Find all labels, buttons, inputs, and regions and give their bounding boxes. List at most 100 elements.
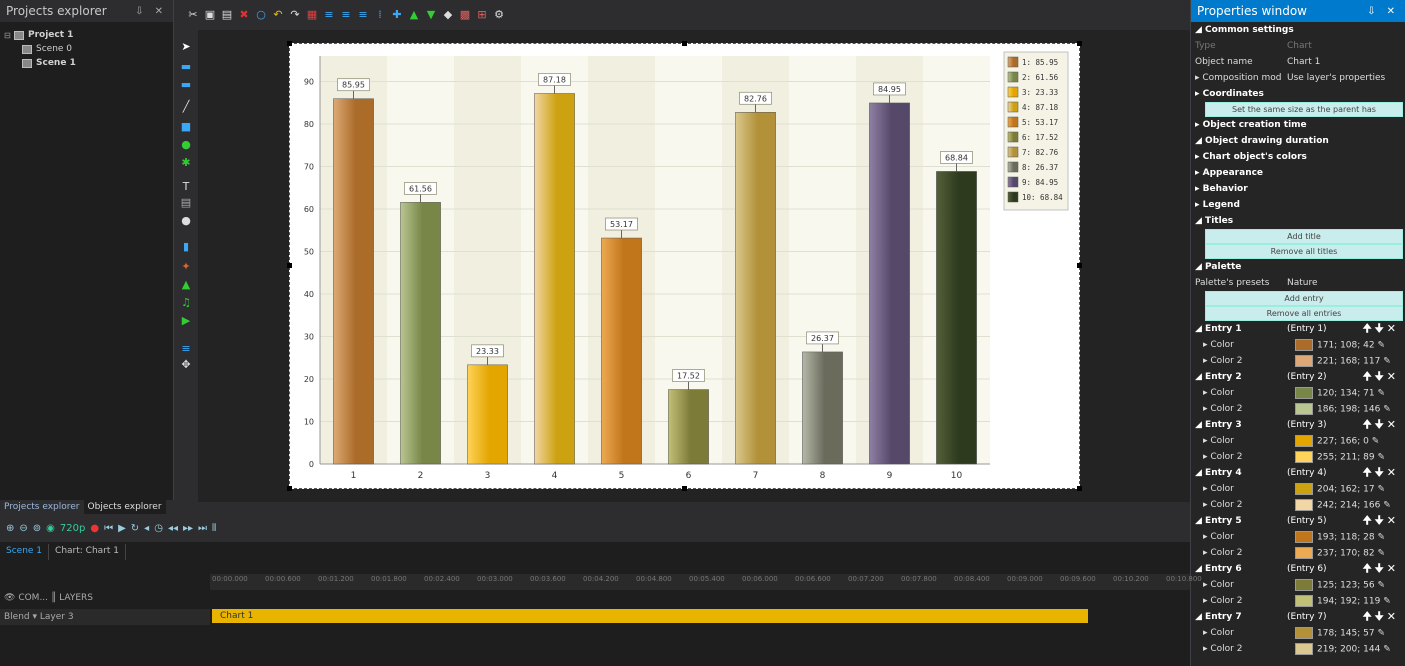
prop-button[interactable]: Remove all entries [1205, 306, 1403, 321]
prop-value[interactable]: Use layer's properties [1287, 73, 1405, 83]
eyedropper-icon[interactable]: ✎ [1383, 597, 1391, 607]
color-swatch[interactable] [1295, 547, 1313, 559]
entry-controls-icon[interactable]: 🠉🠋✕ [1363, 513, 1405, 529]
eye-icon[interactable]: 👁 [4, 593, 15, 603]
undo-icon[interactable]: ↶ [271, 8, 285, 22]
entry-controls-icon[interactable]: 🠉🠋✕ [1363, 369, 1405, 385]
circle-icon[interactable]: ○ [254, 8, 268, 22]
play-icon[interactable]: ▶ [118, 523, 126, 534]
group-icon[interactable]: ◆ [441, 8, 455, 22]
text-box-icon[interactable]: ▬ [179, 60, 193, 73]
entry-color2-row[interactable]: ▸ Color 2 221; 168; 117 ✎ [1191, 353, 1405, 369]
color-swatch[interactable] [1295, 499, 1313, 511]
entry-color2-row[interactable]: ▸ Color 2 186; 198; 146 ✎ [1191, 401, 1405, 417]
resize-handle[interactable] [287, 263, 292, 268]
clock-icon[interactable]: ◷ [154, 523, 163, 534]
go-start-icon[interactable]: ⏮ [104, 523, 113, 534]
prop-section[interactable]: ▸ Behavior [1191, 181, 1405, 197]
shape-icon[interactable]: ✱ [179, 156, 193, 169]
eyedropper-icon[interactable]: ✎ [1377, 549, 1385, 559]
zoom-in-icon[interactable]: ⊕ [6, 523, 14, 534]
tree-item-scene-1[interactable]: Scene 1 [4, 56, 169, 70]
prop-section[interactable]: ▸ Chart object's colors [1191, 149, 1405, 165]
volume-icon[interactable]: ◂ [144, 523, 149, 534]
chart-clip[interactable]: Chart 1 [212, 609, 1088, 623]
palette-entry[interactable]: ◢ Entry 2 (Entry 2) 🠉🠋✕ [1191, 369, 1405, 385]
tab-chart[interactable]: Chart: Chart 1 [49, 544, 126, 560]
step-forward-icon[interactable]: ▸▸ [183, 523, 193, 534]
preview-icon[interactable]: ◉ [46, 523, 55, 534]
eyedropper-icon[interactable]: ✎ [1377, 581, 1385, 591]
split-icon[interactable]: ⫴ [212, 523, 216, 534]
cut-icon[interactable]: ✂ [186, 8, 200, 22]
resize-handle[interactable] [682, 41, 687, 46]
entry-color-row[interactable]: ▸ Color 125; 123; 56 ✎ [1191, 577, 1405, 593]
ellipse-icon[interactable]: ● [179, 138, 193, 151]
eyedropper-icon[interactable]: ✎ [1372, 437, 1380, 447]
fit-icon[interactable]: ⊚ [33, 523, 41, 534]
eyedropper-icon[interactable]: ✎ [1383, 645, 1391, 655]
chart-icon[interactable]: ▮ [179, 240, 193, 253]
rectangle-icon[interactable]: ■ [179, 120, 193, 133]
color-swatch[interactable] [1295, 595, 1313, 607]
prop-section[interactable]: ◢ Titles [1191, 213, 1405, 229]
color-swatch[interactable] [1295, 435, 1313, 447]
color-swatch[interactable] [1295, 451, 1313, 463]
entry-color2-row[interactable]: ▸ Color 2 219; 200; 144 ✎ [1191, 641, 1405, 657]
color-swatch[interactable] [1295, 387, 1313, 399]
eyedropper-icon[interactable]: ✎ [1377, 389, 1385, 399]
pin-close-icons[interactable]: ⇩ ✕ [135, 6, 167, 17]
move-icon[interactable]: ✥ [179, 358, 193, 371]
color-swatch[interactable] [1295, 339, 1313, 351]
prop-section[interactable]: ▸ Coordinates [1191, 86, 1405, 102]
entry-controls-icon[interactable]: 🠉🠋✕ [1363, 417, 1405, 433]
entry-color-row[interactable]: ▸ Color 204; 162; 17 ✎ [1191, 481, 1405, 497]
eyedropper-icon[interactable]: ✎ [1383, 501, 1391, 511]
resize-handle[interactable] [287, 486, 292, 491]
pin-close-icons[interactable]: ⇩ ✕ [1367, 6, 1399, 17]
select-all-icon[interactable]: ▦ [305, 8, 319, 22]
eyedropper-icon[interactable]: ✎ [1377, 341, 1385, 351]
collapse-icon[interactable]: ⊟ [4, 31, 14, 40]
prop-section[interactable]: ◢ Object drawing duration [1191, 133, 1405, 149]
list-icon[interactable]: ▤ [179, 196, 193, 209]
video-icon[interactable]: ▶ [179, 314, 193, 327]
entry-color-row[interactable]: ▸ Color 171; 108; 42 ✎ [1191, 337, 1405, 353]
entry-color2-row[interactable]: ▸ Color 2 194; 192; 119 ✎ [1191, 593, 1405, 609]
move-up-icon[interactable]: ▲ [407, 8, 421, 22]
resize-handle[interactable] [287, 41, 292, 46]
entry-color2-row[interactable]: ▸ Color 2 242; 214; 166 ✎ [1191, 497, 1405, 513]
distribute-icon[interactable]: ⁞ [373, 8, 387, 22]
prop-row[interactable]: ▸ Composition mod Use layer's properties [1191, 70, 1405, 86]
prop-section[interactable]: ▸ Legend [1191, 197, 1405, 213]
entry-controls-icon[interactable]: 🠉🠋✕ [1363, 321, 1405, 337]
eyedropper-icon[interactable]: ✎ [1377, 533, 1385, 543]
delete-icon[interactable]: ✖ [237, 8, 251, 22]
line-icon[interactable]: ╱ [179, 100, 193, 113]
eyedropper-icon[interactable]: ✎ [1377, 629, 1385, 639]
pointer-icon[interactable]: ➤ [179, 40, 193, 53]
prop-button[interactable]: Add title [1205, 229, 1403, 244]
align-right-icon[interactable]: ≡ [356, 8, 370, 22]
entry-color-row[interactable]: ▸ Color 193; 118; 28 ✎ [1191, 529, 1405, 545]
chart-object[interactable]: 0 10 20 30 40 50 60 70 80 90 85.95 1 61.56 2 23.33 3 87.… [287, 41, 1082, 491]
color-swatch[interactable] [1295, 483, 1313, 495]
time-ruler[interactable]: 00:00.000 00:00.600 00:01.200 00:01.800 00:0… [210, 574, 1202, 590]
tab-scene[interactable]: Scene 1 [0, 544, 50, 560]
step-back-icon[interactable]: ◂◂ [168, 523, 178, 534]
subtitle-icon[interactable]: ▬ [179, 78, 193, 91]
settings-icon[interactable]: ⚙ [492, 8, 506, 22]
entry-color-row[interactable]: ▸ Color 120; 134; 71 ✎ [1191, 385, 1405, 401]
prop-section[interactable]: ▸ Appearance [1191, 165, 1405, 181]
prop-row[interactable]: Palette's presets Nature [1191, 275, 1405, 291]
color-swatch[interactable] [1295, 627, 1313, 639]
zoom-out-icon[interactable]: ⊖ [19, 523, 27, 534]
entry-color-row[interactable]: ▸ Color 178; 145; 57 ✎ [1191, 625, 1405, 641]
palette-entry[interactable]: ◢ Entry 7 (Entry 7) 🠉🠋✕ [1191, 609, 1405, 625]
color-swatch[interactable] [1295, 355, 1313, 367]
palette-entry[interactable]: ◢ Entry 3 (Entry 3) 🠉🠋✕ [1191, 417, 1405, 433]
prop-value[interactable]: Chart 1 [1287, 57, 1405, 67]
palette-entry[interactable]: ◢ Entry 6 (Entry 6) 🠉🠋✕ [1191, 561, 1405, 577]
eyedropper-icon[interactable]: ✎ [1383, 357, 1391, 367]
prop-section[interactable]: ▸ Object creation time [1191, 117, 1405, 133]
